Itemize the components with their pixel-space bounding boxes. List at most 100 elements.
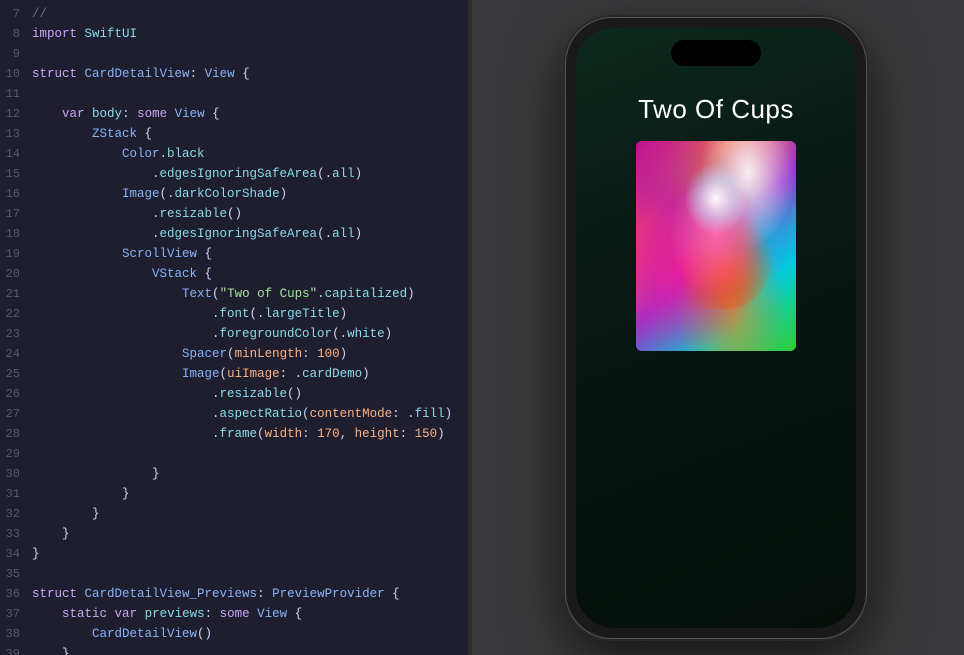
code-token: } [32,647,70,655]
code-token: var [115,607,138,621]
line-number: 19 [0,244,32,264]
line-content: Image(.darkColorShade) [32,184,468,204]
line-content: // [32,4,468,24]
code-line: 25 Image(uiImage: .cardDemo) [0,364,468,384]
code-token: } [32,527,70,541]
code-line: 8import SwiftUI [0,24,468,44]
code-token [32,187,122,201]
line-content: .aspectRatio(contentMode: .fill) [32,404,468,424]
code-line: 34} [0,544,468,564]
line-number: 7 [0,4,32,24]
line-number: 37 [0,604,32,624]
code-token: { [137,127,152,141]
code-token: ) [385,327,393,341]
code-line: 32 } [0,504,468,524]
code-token: ) [407,287,415,301]
code-line: 19 ScrollView { [0,244,468,264]
line-number: 31 [0,484,32,504]
line-content: struct CardDetailView_Previews: PreviewP… [32,584,468,604]
code-token: Color [122,147,160,161]
code-token: } [32,507,100,521]
code-token: . [32,407,220,421]
code-line: 35 [0,564,468,584]
code-token: } [32,467,160,481]
code-token: ) [280,187,288,201]
code-token: { [205,107,220,121]
line-number: 33 [0,524,32,544]
code-token: ( [212,287,220,301]
code-token [32,627,92,641]
code-token: ( [220,367,228,381]
line-content: } [32,544,468,564]
code-line: 27 .aspectRatio(contentMode: .fill) [0,404,468,424]
code-line: 26 .resizable() [0,384,468,404]
line-content: import SwiftUI [32,24,468,44]
code-token: foregroundColor [220,327,333,341]
line-number: 20 [0,264,32,284]
code-line: 31 } [0,484,468,504]
code-token: uiImage [227,367,280,381]
code-line: 13 ZStack { [0,124,468,144]
code-token: . [160,147,168,161]
phone-frame: Two Of Cups [566,18,866,638]
code-token [32,267,152,281]
code-token: var [62,107,85,121]
code-token: ) [340,347,348,361]
code-token: . [32,207,160,221]
code-token: some [220,607,250,621]
line-number: 15 [0,164,32,184]
line-number: 17 [0,204,32,224]
code-token: . [32,307,220,321]
code-token [32,147,122,161]
line-content: ZStack { [32,124,468,144]
code-token: (. [317,167,332,181]
code-line: 10struct CardDetailView: View { [0,64,468,84]
line-content: .foregroundColor(.white) [32,324,468,344]
code-token [32,107,62,121]
code-token: ZStack [92,127,137,141]
code-line: 28 .frame(width: 170, height: 150) [0,424,468,444]
code-token: minLength [235,347,303,361]
line-content: struct CardDetailView: View { [32,64,468,84]
line-number: 13 [0,124,32,144]
code-token: CardDetailView_Previews [85,587,258,601]
code-token: body [92,107,122,121]
code-token: () [227,207,242,221]
line-number: 18 [0,224,32,244]
code-token: { [235,67,250,81]
line-content: Spacer(minLength: 100) [32,344,468,364]
code-token: capitalized [325,287,408,301]
card-art [636,141,796,351]
code-line: 12 var body: some View { [0,104,468,124]
code-token: ScrollView [122,247,197,261]
line-content: } [32,484,468,504]
code-token: . [32,167,160,181]
code-line: 23 .foregroundColor(.white) [0,324,468,344]
code-token: } [32,547,40,561]
code-token: black [167,147,205,161]
code-token: Text [182,287,212,301]
line-number: 23 [0,324,32,344]
code-token: { [197,247,212,261]
code-token: CardDetailView [85,67,190,81]
line-content: } [32,464,468,484]
code-line: 18 .edgesIgnoringSafeArea(.all) [0,224,468,244]
code-token: . [32,327,220,341]
code-token: struct [32,67,77,81]
code-token: ) [355,167,363,181]
code-token: some [137,107,167,121]
line-number: 9 [0,44,32,64]
line-content: var body: some View { [32,104,468,124]
line-content: } [32,504,468,524]
code-token: CardDetailView [92,627,197,641]
line-content: static var previews: some View { [32,604,468,624]
code-token: font [220,307,250,321]
code-token [137,607,145,621]
code-line: 36struct CardDetailView_Previews: Previe… [0,584,468,604]
code-token [32,287,182,301]
code-token: , [340,427,355,441]
code-line: 15 .edgesIgnoringSafeArea(.all) [0,164,468,184]
code-token: all [332,167,355,181]
code-token: cardDemo [302,367,362,381]
code-line: 20 VStack { [0,264,468,284]
